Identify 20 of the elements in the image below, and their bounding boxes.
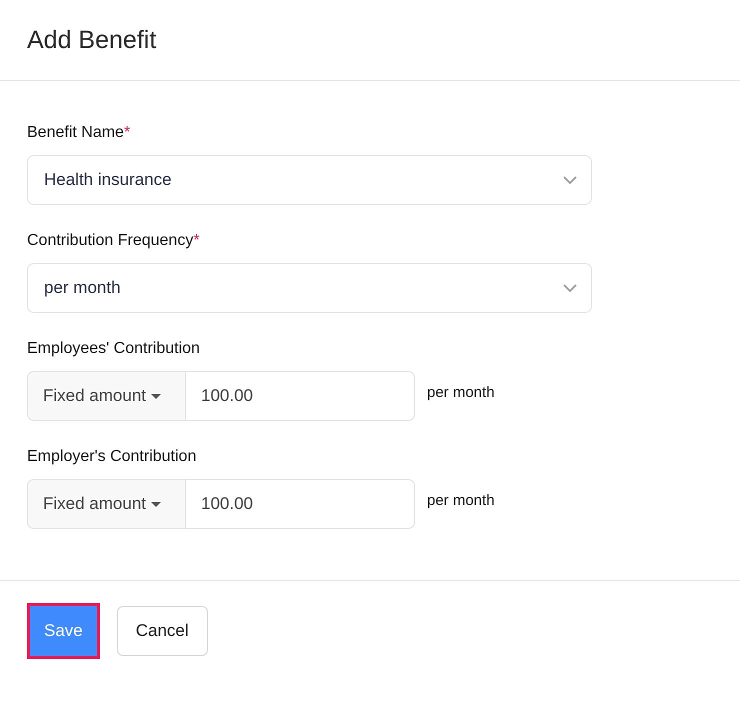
dialog-title: Add Benefit	[27, 26, 156, 54]
suffix-label: per month	[427, 384, 495, 400]
select-field[interactable]: Health insurance	[27, 155, 592, 205]
caret-icon	[151, 502, 161, 506]
required-mark: *	[124, 123, 130, 143]
caret-icon	[151, 394, 161, 398]
required-mark: *	[193, 231, 200, 251]
field-label: Employees' Contribution	[27, 339, 200, 359]
amount-type-dropdown[interactable]: Fixed amount	[27, 371, 185, 421]
field-label: Benefit Name	[27, 123, 124, 143]
amount-input[interactable]: 100.00	[185, 371, 415, 421]
field-label: Contribution Frequency	[27, 231, 194, 251]
cancel-button[interactable]: Cancel	[116, 606, 208, 656]
amount-input[interactable]: 100.00	[185, 479, 415, 529]
select-field[interactable]: per month	[27, 263, 592, 313]
chevron-down-icon	[563, 176, 577, 184]
suffix-label: per month	[427, 492, 495, 508]
chevron-down-icon	[563, 284, 577, 292]
field-label: Employer's Contribution	[27, 447, 196, 467]
amount-type-dropdown[interactable]: Fixed amount	[27, 479, 185, 529]
